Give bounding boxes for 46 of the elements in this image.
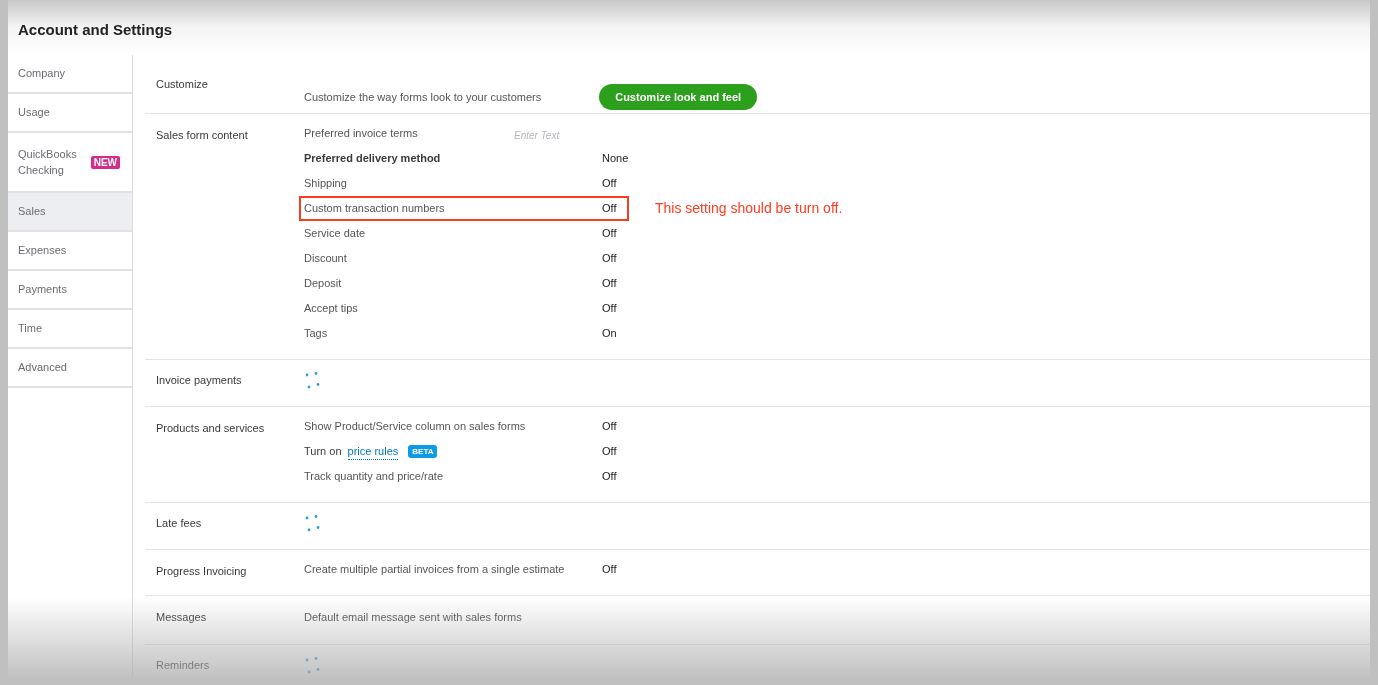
new-badge: NEW: [90, 155, 120, 169]
setting-label: Accept tips: [304, 301, 359, 317]
setting-value: Off: [602, 251, 617, 267]
setting-label: Create multiple partial invoices from a single estimate: [304, 562, 566, 578]
loading-spinner-icon: [304, 372, 322, 390]
setting-label: Track quantity and price/rate: [304, 469, 444, 485]
loading-spinner-icon: [304, 657, 322, 675]
setting-value: Off: [602, 469, 617, 485]
setting-label: Service date: [304, 226, 367, 242]
setting-value: On: [602, 326, 617, 342]
setting-label: Preferred delivery method: [304, 151, 442, 167]
setting-value: Off: [602, 562, 617, 578]
setting-description: Customize the way forms look to your customers: [304, 89, 542, 105]
setting-value: Off: [602, 176, 617, 192]
page-title: Account and Settings: [18, 20, 173, 41]
setting-value: Off: [602, 201, 617, 217]
sidebar-item[interactable]: Sales: [8, 193, 132, 232]
section-label: Customize: [156, 77, 209, 92]
setting-value: Off: [602, 276, 617, 292]
price-rules-link[interactable]: price rules: [347, 443, 399, 460]
setting-value: Off: [602, 444, 617, 460]
loading-spinner-icon: [304, 515, 322, 533]
setting-value: None: [602, 151, 629, 167]
section-label: Messages: [156, 610, 208, 625]
setting-label: Turn on: [304, 444, 342, 460]
setting-value: Off: [602, 226, 617, 242]
section-label: Reminders: [156, 658, 211, 673]
section-label: Progress Invoicing: [156, 564, 248, 579]
section-label: Sales form content: [156, 128, 249, 143]
setting-label: Discount: [304, 251, 348, 267]
setting-label: Preferred invoice terms: [304, 126, 419, 142]
setting-value: Off: [602, 419, 617, 435]
setting-label: Custom transaction numbers: [304, 201, 446, 217]
setting-description: Default email message sent with sales forms: [304, 610, 522, 625]
section-label: Products and services: [156, 421, 266, 436]
setting-label: Show Product/Service column on sales forms: [304, 419, 527, 435]
annotation-note: This setting should be turn off.: [655, 199, 843, 218]
section-label: Invoice payments: [156, 373, 243, 388]
beta-badge: BETA: [408, 445, 438, 458]
setting-label: Tags: [304, 326, 329, 342]
section-label: Late fees: [156, 516, 203, 531]
invoice-terms-field[interactable]: Enter Text: [514, 127, 634, 143]
setting-value: Off: [602, 301, 617, 317]
setting-label: Deposit: [304, 276, 343, 292]
customize-button[interactable]: Customize look and feel: [599, 84, 758, 110]
setting-label: Shipping: [304, 176, 348, 192]
